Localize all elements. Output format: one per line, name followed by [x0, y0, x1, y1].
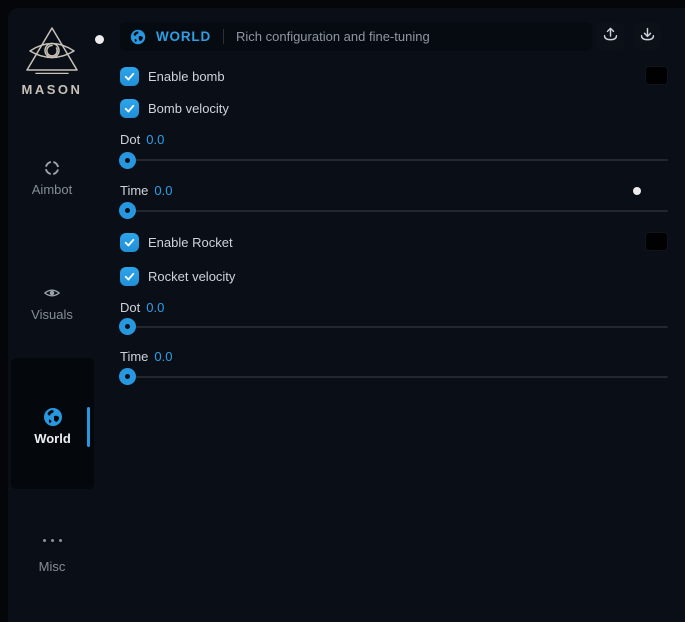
download-config-button[interactable] — [633, 23, 661, 50]
page-subtitle: Rich configuration and fine-tuning — [236, 29, 430, 44]
header-divider — [223, 29, 224, 44]
eye-icon — [8, 284, 96, 302]
bomb-color-swatch[interactable] — [645, 66, 668, 85]
sidebar-item-label: Misc — [8, 559, 96, 574]
crosshair-icon — [8, 159, 96, 177]
rocket-color-swatch[interactable] — [645, 232, 668, 251]
rocket-time-slider[interactable] — [120, 376, 668, 378]
active-indicator-bar — [87, 407, 90, 447]
sidebar-item-world[interactable]: World — [11, 358, 94, 489]
rocket-velocity-checkbox[interactable] — [120, 267, 139, 286]
checkbox-label: Rocket velocity — [148, 269, 235, 284]
rocket-velocity-row: Rocket velocity — [120, 266, 235, 286]
slider-value: 0.0 — [154, 349, 172, 364]
check-icon — [123, 70, 136, 83]
slider-value: 0.0 — [146, 300, 164, 315]
slider-value: 0.0 — [154, 183, 172, 198]
cursor-dot — [633, 187, 641, 195]
rocket-dot-slider-knob[interactable] — [119, 318, 136, 335]
bomb-dot-slider-label: Dot 0.0 — [120, 133, 164, 147]
bomb-time-slider-label: Time 0.0 — [120, 184, 172, 198]
upload-icon — [601, 25, 620, 49]
check-icon — [123, 236, 136, 249]
rocket-dot-slider-label: Dot 0.0 — [120, 301, 164, 315]
bomb-dot-slider[interactable] — [120, 159, 668, 161]
upload-config-button[interactable] — [596, 23, 624, 50]
enable-bomb-checkbox[interactable] — [120, 67, 139, 86]
slider-value: 0.0 — [146, 132, 164, 147]
mason-eye-logo-icon — [23, 26, 81, 74]
logo-text: MASON — [8, 82, 96, 97]
check-icon — [123, 102, 136, 115]
rocket-time-slider-label: Time 0.0 — [120, 350, 172, 364]
logo: MASON — [8, 26, 96, 97]
checkbox-label: Enable Rocket — [148, 235, 233, 250]
sidebar-item-label: Visuals — [8, 307, 96, 322]
cursor-dot — [95, 35, 104, 44]
bomb-velocity-checkbox[interactable] — [120, 99, 139, 118]
download-icon — [638, 25, 657, 49]
ellipsis-icon — [8, 536, 96, 554]
slider-name: Time — [120, 349, 148, 364]
bomb-velocity-row: Bomb velocity — [120, 98, 229, 118]
sidebar-item-label: Aimbot — [8, 182, 96, 197]
slider-name: Dot — [120, 300, 140, 315]
check-icon — [123, 270, 136, 283]
rocket-time-slider-knob[interactable] — [119, 368, 136, 385]
page-title: WORLD — [156, 29, 211, 44]
sidebar-item-visuals[interactable]: Visuals — [8, 284, 96, 322]
enable-bomb-row: Enable bomb — [120, 66, 225, 86]
checkbox-label: Bomb velocity — [148, 101, 229, 116]
mason-window: MASON Aimbot Visuals World — [8, 8, 685, 622]
globe-icon — [130, 29, 146, 45]
slider-name: Dot — [120, 132, 140, 147]
enable-rocket-row: Enable Rocket — [120, 232, 233, 252]
sidebar-item-label: World — [11, 431, 94, 446]
sidebar-item-misc[interactable]: Misc — [8, 536, 96, 574]
enable-rocket-checkbox[interactable] — [120, 233, 139, 252]
sidebar-item-aimbot[interactable]: Aimbot — [8, 159, 96, 197]
checkbox-label: Enable bomb — [148, 69, 225, 84]
rocket-dot-slider[interactable] — [120, 326, 668, 328]
bomb-time-slider[interactable] — [120, 210, 668, 212]
page-header: WORLD Rich configuration and fine-tuning — [120, 22, 592, 51]
slider-name: Time — [120, 183, 148, 198]
bomb-time-slider-knob[interactable] — [119, 202, 136, 219]
globe-icon — [11, 407, 94, 427]
bomb-dot-slider-knob[interactable] — [119, 152, 136, 169]
